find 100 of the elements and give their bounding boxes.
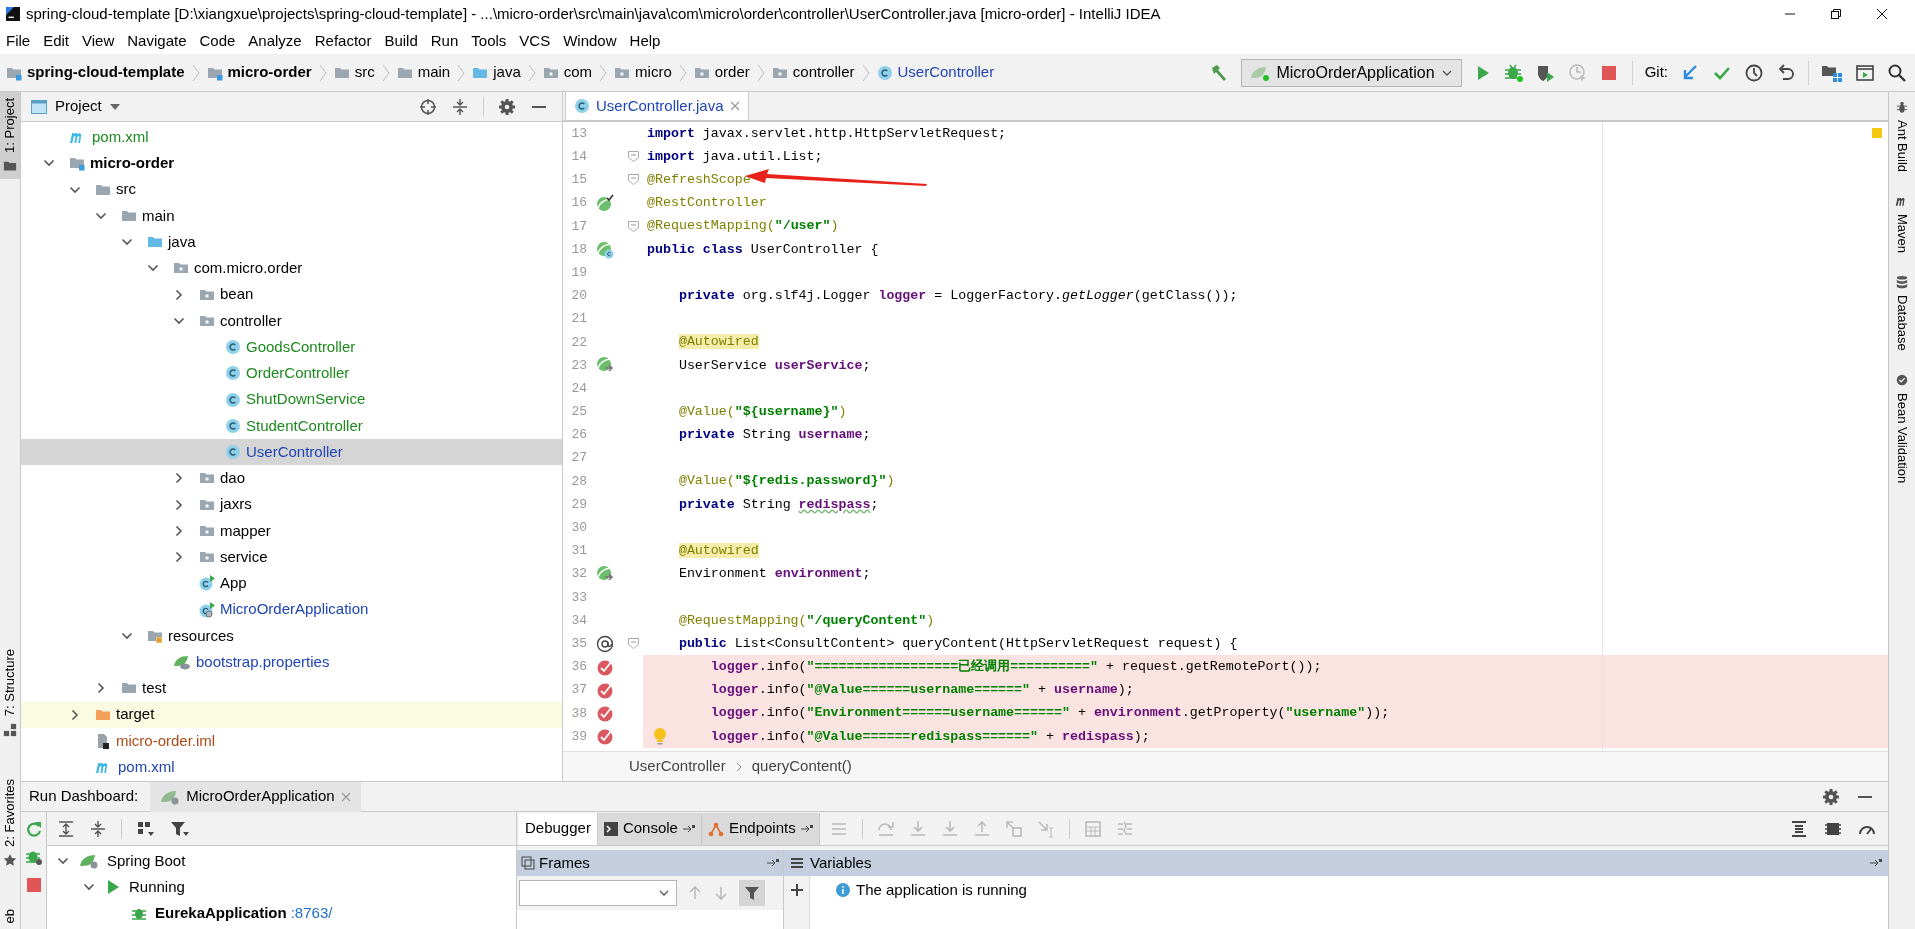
tool-window-tab[interactable]: Maven: [1892, 194, 1912, 254]
collapse-all-icon[interactable]: [89, 819, 107, 838]
tree-item-label[interactable]: target: [116, 703, 155, 726]
tree-item-label[interactable]: pom.xml: [118, 755, 175, 779]
history-icon[interactable]: [1744, 62, 1764, 83]
breadcrumb-item[interactable]: order: [691, 59, 752, 86]
fold-marker-icon[interactable]: [627, 151, 639, 163]
run-configuration-dropdown[interactable]: MicroOrderApplication: [1241, 58, 1462, 87]
tree-item-label[interactable]: resources: [168, 624, 234, 648]
debugger-tab[interactable]: Console: [597, 812, 702, 845]
menu-item[interactable]: VCS: [515, 28, 555, 54]
debugger-tab[interactable]: Debugger: [519, 812, 598, 845]
breadcrumb-item[interactable]: UserController: [629, 755, 726, 778]
bean-class-icon[interactable]: [596, 240, 614, 259]
breadcrumb-item[interactable]: spring-cloud-template: [4, 59, 187, 86]
menu-item[interactable]: View: [78, 28, 119, 54]
tree-item-label[interactable]: main: [142, 204, 175, 228]
rerun-icon[interactable]: [24, 820, 43, 838]
menu-item[interactable]: Refactor: [310, 28, 376, 54]
tree-item-label[interactable]: App: [220, 572, 247, 595]
menu-item[interactable]: Window: [559, 28, 621, 54]
tree-item-label[interactable]: controller: [220, 309, 282, 333]
collapse-all-icon[interactable]: [451, 97, 469, 116]
breadcrumb-item[interactable]: src: [331, 59, 377, 86]
settings-icon[interactable]: [498, 97, 516, 116]
tree-item-label[interactable]: src: [116, 178, 136, 201]
debugger-tab[interactable]: Endpoints: [701, 812, 820, 845]
breakpoint-icon[interactable]: [596, 727, 614, 746]
fold-marker-icon[interactable]: [627, 174, 639, 186]
tree-item-label[interactable]: GoodsController: [246, 335, 356, 359]
breadcrumb-item[interactable]: java: [470, 59, 523, 86]
excluded-tree-row[interactable]: target: [21, 701, 562, 728]
tree-item-label[interactable]: micro-order.iml: [116, 729, 216, 753]
menu-item[interactable]: Tools: [467, 28, 511, 54]
editor-tab[interactable]: UserController.java: [565, 91, 749, 120]
tree-item-label[interactable]: EurekaApplication: [155, 901, 287, 925]
menu-item[interactable]: File: [2, 28, 35, 54]
menu-item[interactable]: Navigate: [123, 28, 191, 54]
menu-item[interactable]: Run: [426, 28, 463, 54]
breadcrumb-item[interactable]: main: [394, 59, 453, 86]
tool-window-tab[interactable]: eb: [0, 902, 20, 929]
tree-item-label[interactable]: Spring Boot: [107, 849, 186, 873]
undo-icon[interactable]: [1776, 62, 1796, 83]
expand-all-icon[interactable]: [57, 819, 75, 838]
menu-item[interactable]: Code: [195, 28, 240, 54]
pin-icon[interactable]: [1870, 858, 1882, 868]
tool-window-tab[interactable]: Ant Build: [1892, 100, 1912, 173]
stop-icon[interactable]: [24, 876, 43, 894]
at-sign-icon[interactable]: [596, 634, 614, 653]
breadcrumb-item[interactable]: micro-order: [204, 59, 314, 86]
menu-item[interactable]: Build: [380, 28, 422, 54]
align-icon[interactable]: [1790, 819, 1808, 838]
tree-item-label[interactable]: mapper: [220, 519, 271, 543]
tree-item-label[interactable]: MicroOrderApplication: [220, 598, 369, 621]
run-tab[interactable]: MicroOrderApplication: [150, 781, 361, 812]
tree-item-label[interactable]: ShutDownService: [246, 388, 366, 411]
plus-icon[interactable]: [788, 882, 805, 898]
breakpoint-icon[interactable]: [596, 704, 614, 723]
breadcrumb-item[interactable]: controller: [769, 59, 857, 86]
pin-icon[interactable]: [767, 858, 779, 868]
tool-window-tab[interactable]: Database: [1892, 275, 1912, 351]
breadcrumb-item[interactable]: com: [540, 59, 595, 86]
fold-marker-icon[interactable]: [627, 220, 639, 232]
filter-button[interactable]: [739, 880, 765, 906]
tree-item-label[interactable]: com.micro.order: [194, 257, 303, 280]
tree-item-label[interactable]: dao: [220, 467, 246, 490]
tree-item-label[interactable]: service: [220, 545, 268, 569]
tree-item-label[interactable]: Running: [129, 875, 185, 899]
tree-item-label[interactable]: micro-order: [90, 152, 175, 175]
breakpoint-icon[interactable]: [596, 681, 614, 700]
breadcrumb-item[interactable]: queryContent(): [751, 755, 852, 778]
tree-item-label[interactable]: OrderController: [246, 362, 350, 385]
tool-window-tab[interactable]: 7: Structure: [0, 643, 20, 743]
settings-icon[interactable]: [1822, 787, 1840, 806]
breadcrumb-item[interactable]: micro: [612, 59, 674, 86]
tree-item-label[interactable]: pom.xml: [92, 125, 149, 149]
port-link[interactable]: :8763/: [290, 901, 333, 925]
tree-item-label[interactable]: UserController: [246, 440, 343, 464]
tree-item-label[interactable]: test: [142, 677, 167, 700]
selected-tree-row[interactable]: UserController: [21, 439, 562, 466]
tree-item-label[interactable]: java: [168, 230, 196, 254]
bean-check-icon[interactable]: [596, 194, 614, 213]
tree-item-label[interactable]: StudentController: [246, 414, 363, 438]
fold-marker-icon[interactable]: [627, 638, 639, 650]
tree-item-label[interactable]: bootstrap.properties: [196, 650, 330, 674]
project-view-dropdown[interactable]: Project: [21, 95, 120, 118]
menu-item[interactable]: Help: [625, 28, 665, 54]
group-icon[interactable]: [136, 819, 156, 838]
window-play-icon[interactable]: [1855, 62, 1875, 83]
close-icon[interactable]: [729, 101, 740, 111]
breadcrumb-item[interactable]: UserController: [874, 59, 997, 86]
filter-icon[interactable]: [170, 819, 190, 838]
menu-item[interactable]: Analyze: [244, 28, 306, 54]
tree-item-label[interactable]: bean: [220, 283, 254, 306]
tree-item-label[interactable]: jaxrs: [220, 493, 252, 516]
tool-window-tab[interactable]: Bean Validation: [1892, 372, 1912, 483]
tool-window-tab[interactable]: 1: Project: [0, 92, 20, 179]
menu-item[interactable]: Edit: [39, 28, 74, 54]
crosshair-icon[interactable]: [419, 97, 437, 116]
search-icon[interactable]: [1887, 62, 1907, 83]
